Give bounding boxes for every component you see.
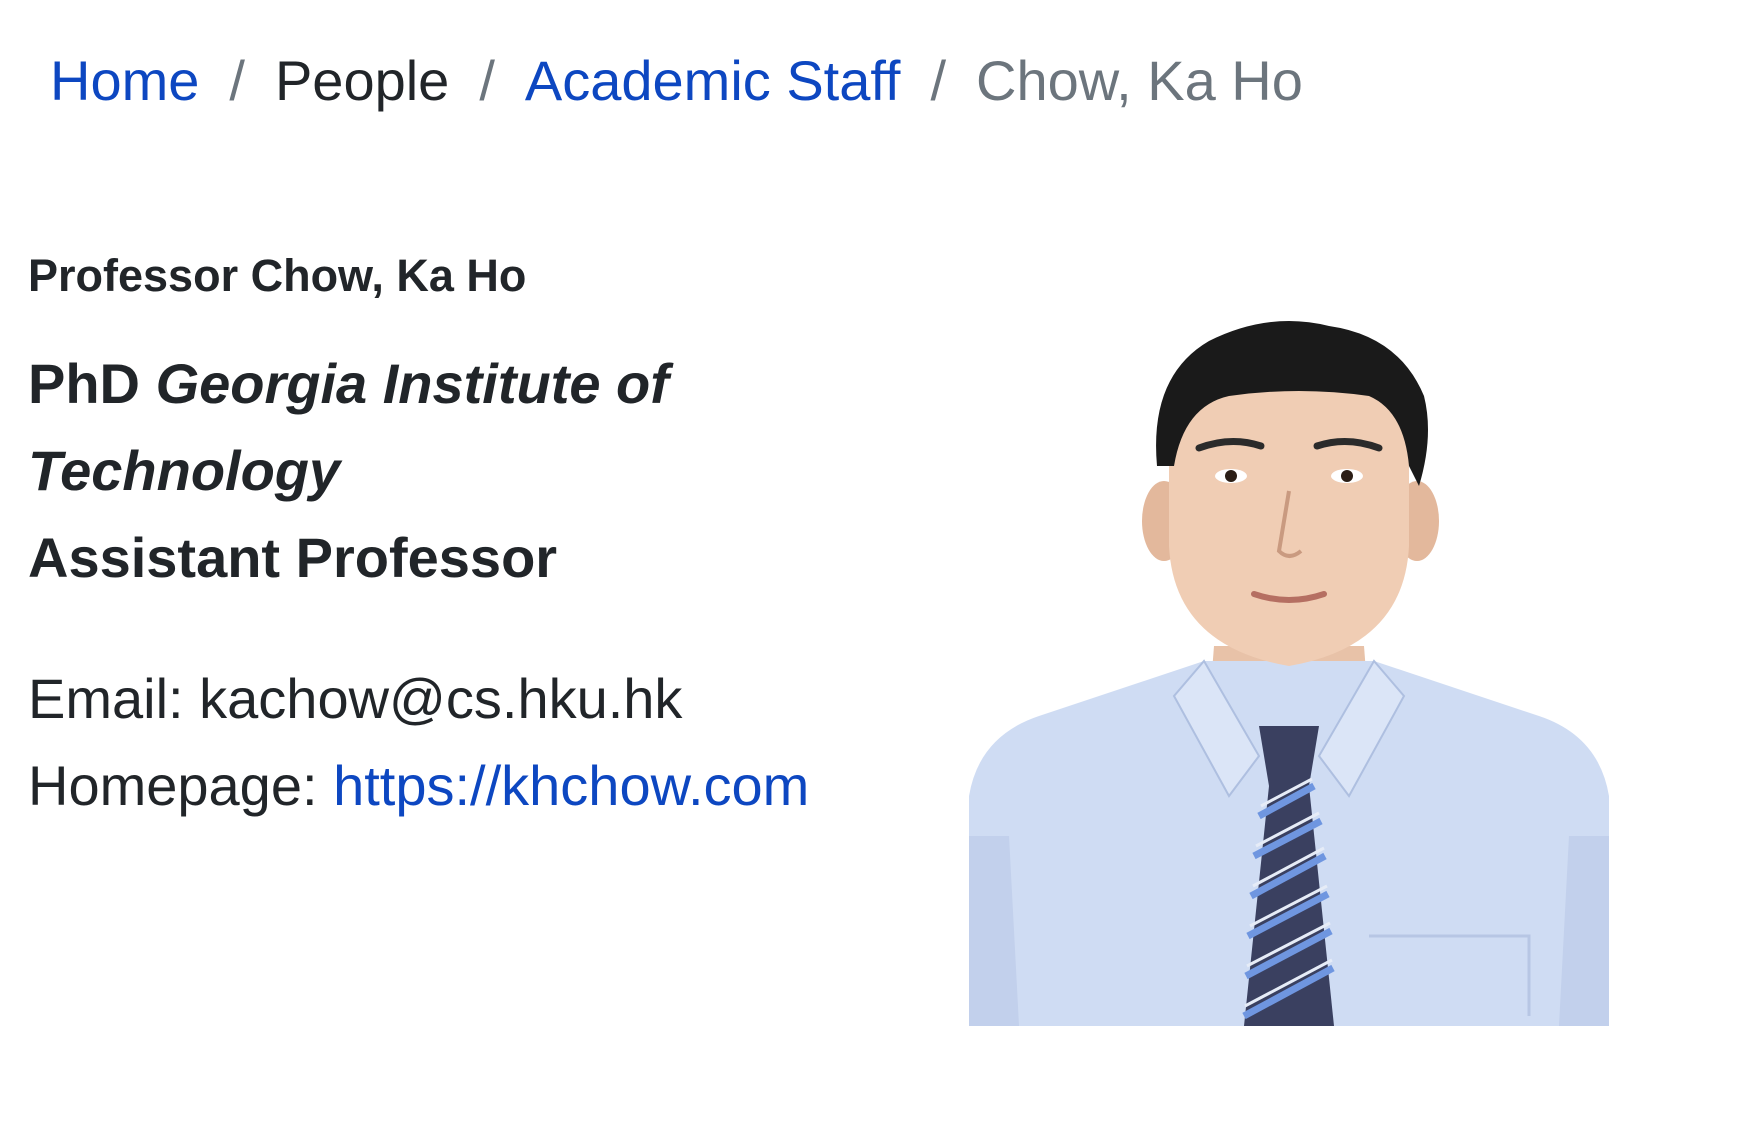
homepage-label: Homepage:	[28, 754, 318, 817]
breadcrumb-current-page: Chow, Ka Ho	[976, 49, 1303, 112]
email-label: Email:	[28, 667, 184, 730]
contact-info: Email: kachow@cs.hku.hk Homepage: https:…	[28, 655, 809, 829]
position-title: Assistant Professor	[28, 526, 558, 589]
breadcrumb-home-link[interactable]: Home	[50, 46, 199, 116]
profile-credentials: PhD Georgia Institute of Technology Assi…	[28, 340, 748, 601]
profile-photo	[969, 316, 1609, 1026]
email-row: Email: kachow@cs.hku.hk	[28, 655, 809, 742]
breadcrumb-separator: /	[479, 49, 495, 112]
breadcrumb-people: People	[274, 49, 450, 112]
homepage-link[interactable]: https://khchow.com	[333, 754, 809, 817]
portrait-illustration	[969, 321, 1609, 1026]
breadcrumb: Home / People / Academic Staff / Chow, K…	[50, 46, 1303, 116]
email-address: kachow@cs.hku.hk	[199, 667, 683, 730]
profile-name: Professor Chow, Ka Ho	[28, 250, 527, 301]
homepage-row: Homepage: https://khchow.com	[28, 742, 809, 829]
breadcrumb-academic-staff-link[interactable]: Academic Staff	[525, 46, 901, 116]
staff-profile-page: Home / People / Academic Staff / Chow, K…	[0, 0, 1758, 1136]
degree-label: PhD	[28, 352, 140, 415]
breadcrumb-separator: /	[930, 49, 947, 112]
breadcrumb-separator: /	[229, 49, 245, 112]
